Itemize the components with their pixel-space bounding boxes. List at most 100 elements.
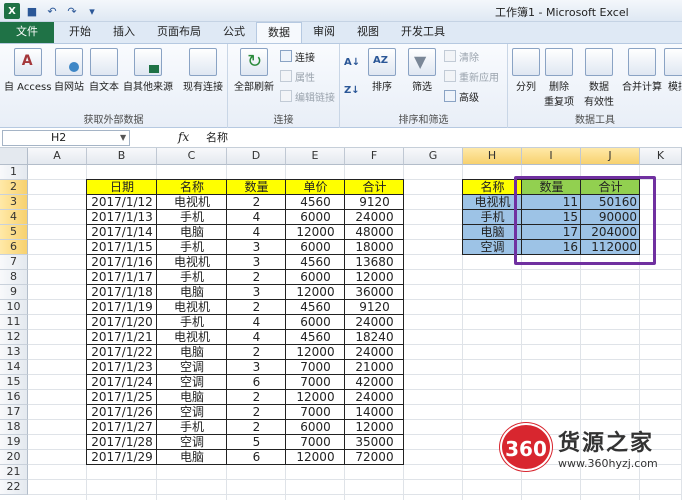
column-header-E[interactable]: E: [286, 148, 345, 165]
tab-developer[interactable]: 开发工具: [390, 22, 456, 43]
sort-az-button[interactable]: A↓: [344, 54, 360, 70]
table-cell[interactable]: 12000: [286, 345, 345, 360]
column-header-A[interactable]: A: [28, 148, 87, 165]
row-header-14[interactable]: 14: [0, 360, 28, 375]
consolidate-button[interactable]: 合并计算: [622, 48, 662, 93]
table-cell[interactable]: 7000: [286, 405, 345, 420]
formula-input[interactable]: 名称: [206, 130, 228, 146]
summary-header-cell[interactable]: 合计: [581, 180, 640, 195]
row-header-3[interactable]: 3: [0, 195, 28, 210]
table-cell[interactable]: 2017/1/23: [87, 360, 157, 375]
table-cell[interactable]: 9120: [345, 300, 404, 315]
insert-function-icon[interactable]: fx: [178, 130, 189, 144]
summary-header-cell[interactable]: 数量: [522, 180, 581, 195]
table-cell[interactable]: 12000: [345, 270, 404, 285]
refresh-all-button[interactable]: 全部刷新: [234, 48, 274, 93]
table-cell[interactable]: 7000: [286, 435, 345, 450]
table-cell[interactable]: 电视机: [157, 330, 227, 345]
table-cell[interactable]: 2: [227, 405, 286, 420]
tab-insert[interactable]: 插入: [102, 22, 146, 43]
name-box[interactable]: H2: [2, 130, 130, 146]
row-header-9[interactable]: 9: [0, 285, 28, 300]
table-cell[interactable]: 2017/1/26: [87, 405, 157, 420]
row-header-4[interactable]: 4: [0, 210, 28, 225]
table-cell[interactable]: 5: [227, 435, 286, 450]
column-header-C[interactable]: C: [157, 148, 227, 165]
clear-button[interactable]: 清除: [444, 48, 479, 64]
table-cell[interactable]: 2: [227, 345, 286, 360]
table-cell[interactable]: 电视机: [157, 300, 227, 315]
chevron-down-icon[interactable]: ▼: [120, 133, 126, 142]
table-cell[interactable]: 12000: [286, 285, 345, 300]
summary-cell[interactable]: 204000: [581, 225, 640, 240]
table-cell[interactable]: 2: [227, 390, 286, 405]
summary-cell[interactable]: 电脑: [463, 225, 522, 240]
table-cell[interactable]: 3: [227, 285, 286, 300]
table-header-cell[interactable]: 数量: [227, 180, 286, 195]
tab-view[interactable]: 视图: [346, 22, 390, 43]
summary-cell[interactable]: 50160: [581, 195, 640, 210]
table-cell[interactable]: 手机: [157, 210, 227, 225]
properties-button[interactable]: 属性: [280, 68, 315, 84]
data-validation-button[interactable]: 数据 有效性: [584, 48, 614, 108]
column-header-I[interactable]: I: [522, 148, 581, 165]
table-cell[interactable]: 空调: [157, 360, 227, 375]
table-cell[interactable]: 6000: [286, 210, 345, 225]
table-cell[interactable]: 3: [227, 360, 286, 375]
table-cell[interactable]: 36000: [345, 285, 404, 300]
table-cell[interactable]: 4560: [286, 255, 345, 270]
table-cell[interactable]: 4: [227, 330, 286, 345]
row-header-18[interactable]: 18: [0, 420, 28, 435]
row-header-7[interactable]: 7: [0, 255, 28, 270]
table-cell[interactable]: 2017/1/27: [87, 420, 157, 435]
row-header-22[interactable]: 22: [0, 480, 28, 495]
table-cell[interactable]: 2: [227, 195, 286, 210]
table-header-cell[interactable]: 日期: [87, 180, 157, 195]
summary-cell[interactable]: 112000: [581, 240, 640, 255]
table-cell[interactable]: 12000: [286, 225, 345, 240]
column-header-H[interactable]: H: [463, 148, 522, 165]
table-cell[interactable]: 13680: [345, 255, 404, 270]
from-web-button[interactable]: 自网站: [54, 48, 84, 93]
table-cell[interactable]: 7000: [286, 375, 345, 390]
column-header-G[interactable]: G: [404, 148, 463, 165]
summary-cell[interactable]: 空调: [463, 240, 522, 255]
table-cell[interactable]: 空调: [157, 375, 227, 390]
summary-cell[interactable]: 电视机: [463, 195, 522, 210]
table-header-cell[interactable]: 单价: [286, 180, 345, 195]
table-cell[interactable]: 7000: [286, 360, 345, 375]
row-header-5[interactable]: 5: [0, 225, 28, 240]
table-cell[interactable]: 2: [227, 300, 286, 315]
table-cell[interactable]: 空调: [157, 435, 227, 450]
table-cell[interactable]: 12000: [286, 450, 345, 465]
summary-cell[interactable]: 90000: [581, 210, 640, 225]
tab-home[interactable]: 开始: [58, 22, 102, 43]
table-cell[interactable]: 电脑: [157, 285, 227, 300]
table-cell[interactable]: 12000: [345, 420, 404, 435]
table-cell[interactable]: 手机: [157, 270, 227, 285]
table-header-cell[interactable]: 合计: [345, 180, 404, 195]
table-cell[interactable]: 14000: [345, 405, 404, 420]
table-cell[interactable]: 电视机: [157, 255, 227, 270]
row-header-16[interactable]: 16: [0, 390, 28, 405]
table-cell[interactable]: 24000: [345, 315, 404, 330]
tab-review[interactable]: 审阅: [302, 22, 346, 43]
table-cell[interactable]: 2017/1/14: [87, 225, 157, 240]
table-cell[interactable]: 4560: [286, 300, 345, 315]
row-header-10[interactable]: 10: [0, 300, 28, 315]
remove-duplicates-button[interactable]: 删除 重复项: [544, 48, 574, 108]
undo-icon[interactable]: ↶: [44, 3, 60, 19]
row-header-2[interactable]: 2: [0, 180, 28, 195]
table-cell[interactable]: 6000: [286, 315, 345, 330]
row-header-12[interactable]: 12: [0, 330, 28, 345]
table-cell[interactable]: 2017/1/29: [87, 450, 157, 465]
table-cell[interactable]: 2017/1/22: [87, 345, 157, 360]
row-header-15[interactable]: 15: [0, 375, 28, 390]
row-header-13[interactable]: 13: [0, 345, 28, 360]
table-cell[interactable]: 4: [227, 225, 286, 240]
table-cell[interactable]: 24000: [345, 390, 404, 405]
advanced-button[interactable]: 高级: [444, 88, 479, 104]
filter-button[interactable]: 筛选: [408, 48, 436, 93]
table-cell[interactable]: 2017/1/20: [87, 315, 157, 330]
table-cell[interactable]: 4560: [286, 195, 345, 210]
